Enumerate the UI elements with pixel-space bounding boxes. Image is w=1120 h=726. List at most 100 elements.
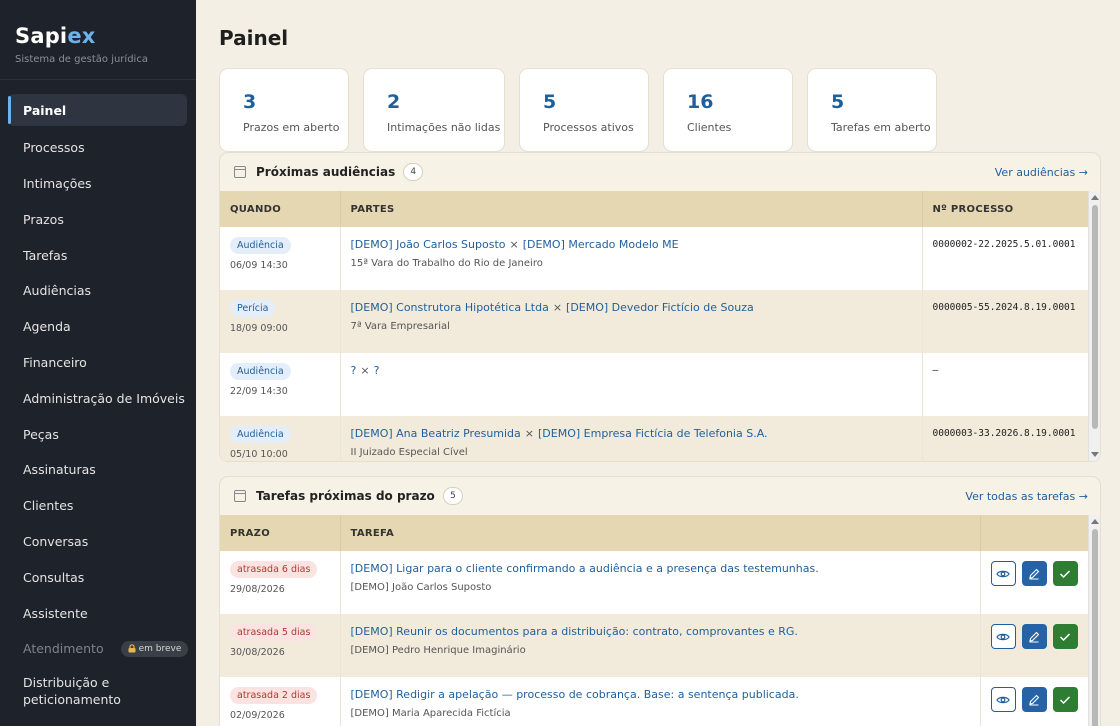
row-actions [990, 687, 1078, 712]
sidebar: Sapiex Sistema de gestão jurídica Painel… [0, 0, 196, 726]
sidebar-item-distribuicao[interactable]: Distribuição e peticionamento [0, 667, 196, 715]
sidebar-item-label: Atendimento [23, 641, 104, 657]
sidebar-item-processos[interactable]: Processos [0, 130, 196, 166]
table-row[interactable]: Audiência 05/10 10:00 [DEMO] Ana Beatriz… [220, 416, 1088, 461]
scroll-thumb[interactable] [1092, 529, 1098, 726]
party-b-link[interactable]: ? [374, 364, 380, 377]
party-a-link[interactable]: [DEMO] Construtora Hipotética Ltda [351, 301, 549, 314]
stat-card-prazos[interactable]: 3 Prazos em aberto [219, 68, 349, 152]
hearings-scrollbar[interactable] [1088, 191, 1100, 461]
tasks-scrollbar[interactable] [1088, 515, 1100, 726]
column-header-task[interactable]: TAREFA [340, 515, 981, 551]
column-header-parties[interactable]: PARTES [340, 191, 923, 227]
process-number[interactable]: 0000003-33.2026.8.19.0001 [933, 428, 1079, 439]
tasks-panel: Tarefas próximas do prazo 5 Ver todas as… [219, 476, 1101, 726]
brand-logo[interactable]: Sapiex [15, 24, 181, 48]
edit-button[interactable] [1021, 561, 1047, 586]
sidebar-item-pecas[interactable]: Peças [0, 416, 196, 452]
parties-line: [DEMO] João Carlos Suposto × [DEMO] Mercad… [351, 238, 912, 251]
table-row[interactable]: atrasada 5 dias 30/08/2026 [DEMO] Reunir… [220, 614, 1088, 677]
view-button[interactable] [990, 687, 1016, 712]
table-row[interactable]: Audiência 22/09 14:30 ? ×? — [220, 353, 1088, 416]
complete-button[interactable] [1052, 561, 1078, 586]
hearings-title: Próximas audiências [256, 165, 396, 179]
scroll-up-icon[interactable] [1091, 519, 1099, 524]
cell-process: 0000003-33.2026.8.19.0001 [922, 416, 1088, 461]
sidebar-item-imoveis[interactable]: Administração de Imóveis [0, 380, 196, 416]
sidebar-item-assinaturas[interactable]: Assinaturas [0, 452, 196, 488]
task-link[interactable]: [DEMO] Ligar para o cliente confirmando … [351, 562, 970, 575]
table-row[interactable]: atrasada 6 dias 29/08/2026 [DEMO] Ligar … [220, 551, 1088, 614]
column-header-when[interactable]: QUANDO [220, 191, 341, 227]
sidebar-item-label-line2: peticionamento [23, 691, 121, 707]
stat-card-processos[interactable]: 5 Processos ativos [519, 68, 649, 152]
party-a-link[interactable]: [DEMO] João Carlos Suposto [351, 238, 506, 251]
cell-deadline: atrasada 2 dias 02/09/2026 [220, 677, 341, 726]
edit-button[interactable] [1021, 624, 1047, 649]
sidebar-item-audiencias[interactable]: Audiências [0, 273, 196, 309]
process-number[interactable]: 0000002-22.2025.5.01.0001 [933, 239, 1079, 250]
view-button[interactable] [990, 624, 1016, 649]
sidebar-item-label: Painel [23, 102, 67, 118]
stat-value: 5 [543, 91, 557, 113]
party-b-link[interactable]: [DEMO] Devedor Fictício de Souza [566, 301, 754, 314]
party-a-link[interactable]: [DEMO] Ana Beatriz Presumida [351, 427, 521, 440]
party-a-link[interactable]: ? [351, 364, 357, 377]
hearing-date: 18/09 09:00 [230, 323, 288, 334]
column-header-process[interactable]: Nº PROCESSO [922, 191, 1088, 227]
lock-icon [128, 644, 136, 653]
stat-label: Clientes [687, 121, 732, 134]
column-header-actions [980, 515, 1088, 551]
edit-button[interactable] [1021, 687, 1047, 712]
row-actions [990, 624, 1078, 649]
table-row[interactable]: atrasada 2 dias 02/09/2026 [DEMO] Redigi… [220, 677, 1088, 726]
scroll-down-icon[interactable] [1091, 452, 1099, 457]
task-link[interactable]: [DEMO] Reunir os documentos para a distr… [351, 625, 970, 638]
hearings-count-badge: 4 [403, 163, 424, 181]
sidebar-item-label: Peças [23, 426, 59, 442]
process-number[interactable]: 0000005-55.2024.8.19.0001 [933, 302, 1079, 313]
sidebar-item-financeiro[interactable]: Financeiro [0, 345, 196, 381]
hearings-panel-header: Próximas audiências 4 Ver audiências → [220, 153, 1100, 191]
party-b-link[interactable]: [DEMO] Mercado Modelo ME [523, 238, 679, 251]
check-icon [1060, 695, 1071, 704]
task-link[interactable]: [DEMO] Redigir a apelação — processo de … [351, 688, 970, 701]
sidebar-item-label-line1: Distribuição e [23, 674, 110, 690]
sidebar-item-label: Prazos [23, 211, 64, 227]
sidebar-item-intimacoes[interactable]: Intimações [0, 166, 196, 202]
hearing-type-badge: Audiência [230, 363, 291, 380]
view-all-tasks-link[interactable]: Ver todas as tarefas → [965, 490, 1088, 503]
stat-card-clientes[interactable]: 16 Clientes [663, 68, 793, 152]
view-button[interactable] [990, 561, 1016, 586]
late-badge: atrasada 6 dias [230, 561, 318, 578]
clipboard-check-icon [234, 490, 246, 502]
court-name: 15ª Vara do Trabalho do Rio de Janeiro [350, 258, 543, 269]
eye-icon [996, 633, 1010, 640]
stat-card-tarefas[interactable]: 5 Tarefas em aberto [807, 68, 937, 152]
table-row[interactable]: Audiência 06/09 14:30 [DEMO] João Carlos… [220, 227, 1088, 290]
hearings-table-wrap: QUANDO PARTES Nº PROCESSO Audiência 06/0… [220, 191, 1100, 461]
complete-button[interactable] [1052, 624, 1078, 649]
sidebar-item-agenda[interactable]: Agenda [0, 309, 196, 345]
complete-button[interactable] [1052, 687, 1078, 712]
view-hearings-link[interactable]: Ver audiências → [995, 166, 1088, 179]
sidebar-item-conversas[interactable]: Conversas [0, 524, 196, 560]
sidebar-item-painel[interactable]: Painel [8, 94, 187, 126]
task-date: 30/08/2026 [230, 647, 285, 658]
coming-soon-badge: em breve [120, 640, 189, 657]
tasks-count-badge: 5 [442, 487, 463, 505]
sidebar-item-clientes[interactable]: Clientes [0, 488, 196, 524]
parties-line: [DEMO] Construtora Hipotética Ltda × [DEMO… [351, 301, 912, 314]
column-header-deadline[interactable]: PRAZO [220, 515, 341, 551]
sidebar-item-tarefas[interactable]: Tarefas [0, 237, 196, 273]
stat-card-intimacoes[interactable]: 2 Intimações não lidas [363, 68, 505, 152]
hearings-panel: Próximas audiências 4 Ver audiências → Q… [219, 152, 1101, 462]
sidebar-item-assistente[interactable]: Assistente [0, 595, 196, 631]
sidebar-item-consultas[interactable]: Consultas [0, 559, 196, 595]
table-row[interactable]: Perícia 18/09 09:00 [DEMO] Construtora H… [220, 290, 1088, 353]
sidebar-item-label: Processos [23, 140, 85, 156]
party-b-link[interactable]: [DEMO] Empresa Fictícia de Telefonia S.A… [538, 427, 768, 440]
scroll-up-icon[interactable] [1091, 195, 1099, 200]
sidebar-item-prazos[interactable]: Prazos [0, 201, 196, 237]
scroll-thumb[interactable] [1092, 205, 1098, 429]
